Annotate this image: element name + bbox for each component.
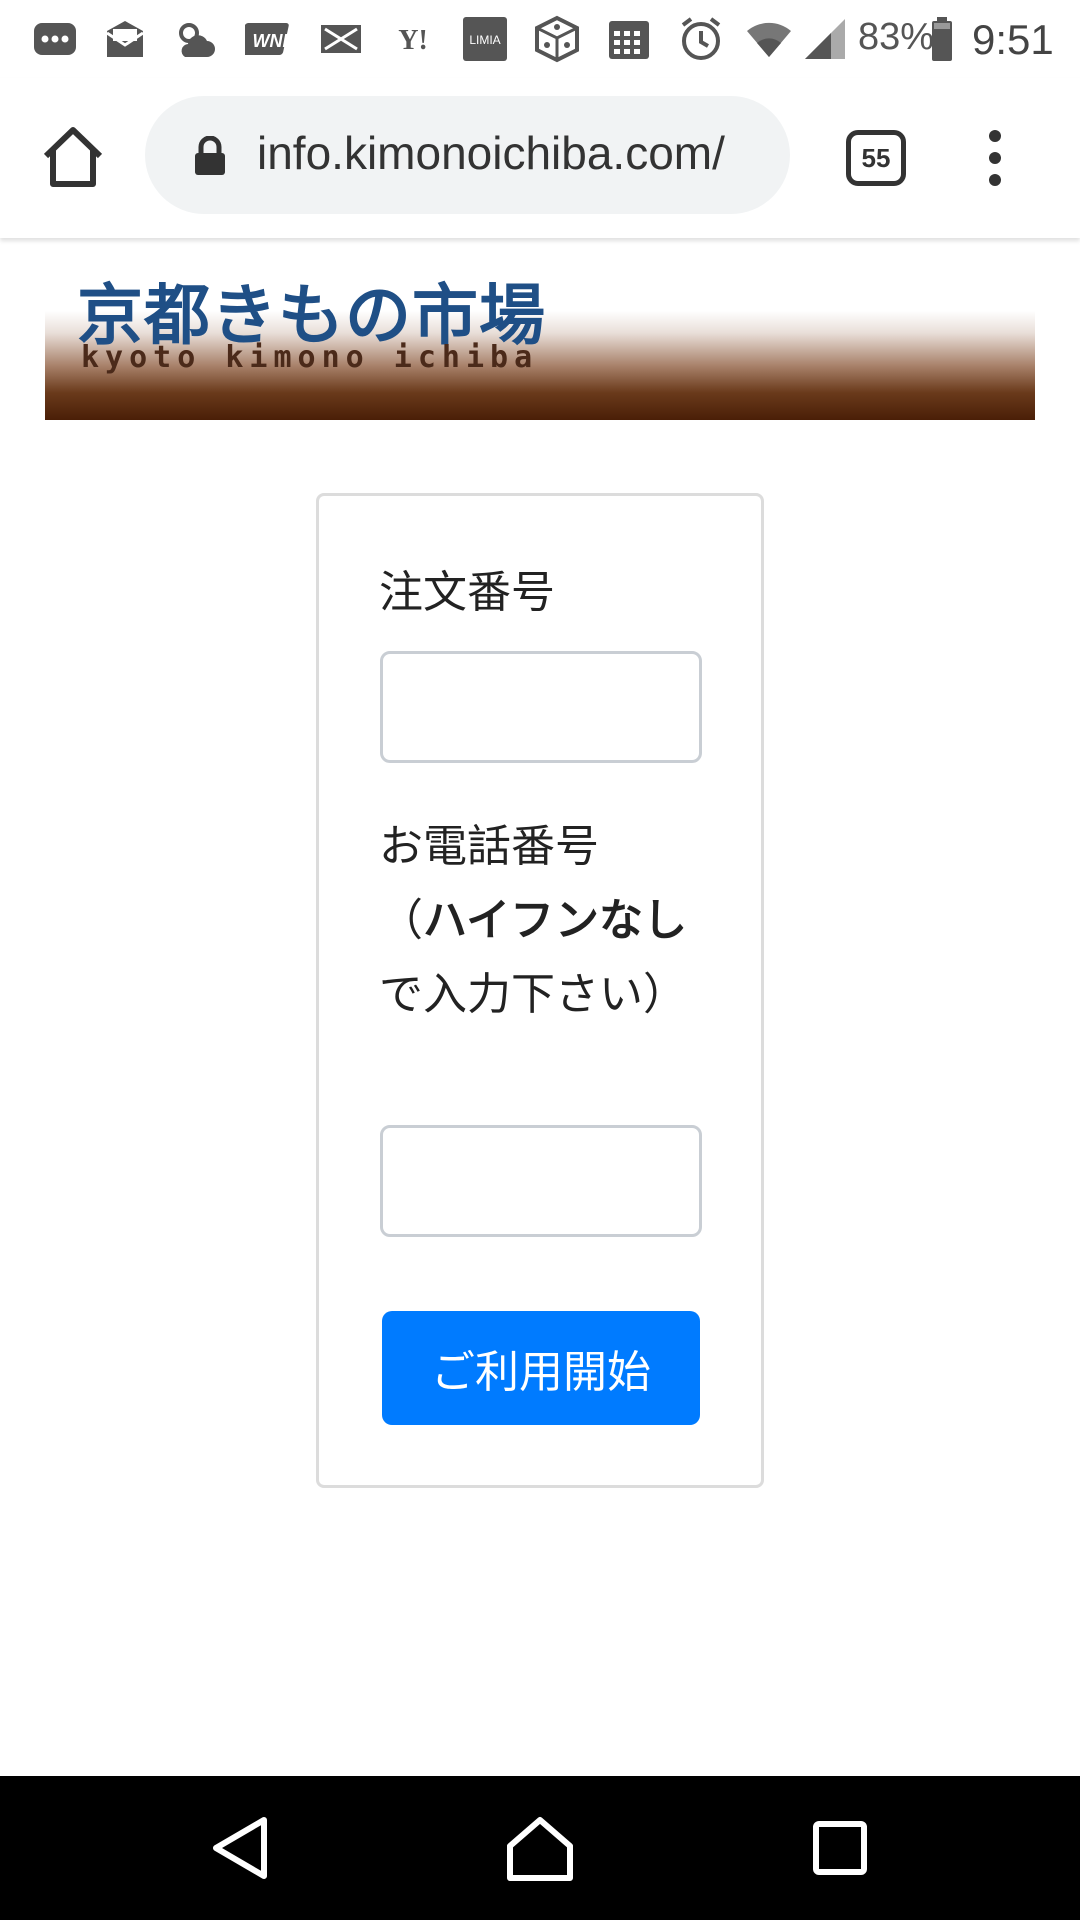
phone-label-tail: で入力下さい） xyxy=(379,969,687,1020)
svg-text:Y!: Y! xyxy=(398,25,428,56)
login-form: 注文番号 お電話番号 （ハイフンなしで入力下さい） ご利用開始 xyxy=(316,493,764,1488)
order-number-input[interactable] xyxy=(380,651,702,763)
chat-icon xyxy=(30,14,80,64)
menu-dot-icon xyxy=(989,152,1001,164)
site-banner[interactable]: 京都きもの市場 kyoto kimono ichiba xyxy=(45,238,1035,420)
alarm-icon xyxy=(676,14,726,64)
tab-switcher-button[interactable]: 55 xyxy=(846,130,906,186)
back-button[interactable] xyxy=(202,1808,282,1888)
weather-icon xyxy=(170,14,220,64)
more-menu-button[interactable] xyxy=(980,130,1010,186)
recents-button[interactable] xyxy=(800,1808,880,1888)
clock: 9:51 xyxy=(972,16,1054,63)
status-bar: WNI Y! LIMIA 83% 9:51 xyxy=(0,0,1080,78)
lock-icon xyxy=(193,135,227,176)
mail-x-icon xyxy=(316,14,366,64)
address-bar[interactable]: info.kimonoichiba.com/ xyxy=(145,96,790,214)
battery-percent: 83% xyxy=(858,16,935,58)
yahoo-icon: Y! xyxy=(388,14,438,64)
start-button[interactable]: ご利用開始 xyxy=(382,1311,700,1425)
url-text: info.kimonoichiba.com/ xyxy=(257,127,725,179)
wifi-icon xyxy=(744,14,794,64)
phone-label-lead: お電話番号 xyxy=(379,821,599,872)
browser-toolbar: info.kimonoichiba.com/ 55 xyxy=(0,78,1080,238)
menu-dot-icon xyxy=(989,174,1001,186)
phone-number-input[interactable] xyxy=(380,1125,702,1237)
menu-dot-icon xyxy=(989,130,1001,142)
phone-number-label: お電話番号 （ハイフンなしで入力下さい） xyxy=(379,810,699,1032)
dice-icon xyxy=(532,14,582,64)
mail-icon xyxy=(100,14,150,64)
home-icon xyxy=(43,127,103,187)
battery-icon xyxy=(924,14,960,64)
back-icon xyxy=(213,1817,267,1879)
recents-icon xyxy=(813,1821,867,1875)
wni-icon: WNI xyxy=(244,14,294,64)
site-logo-subtitle: kyoto kimono ichiba xyxy=(81,340,539,375)
home-button[interactable] xyxy=(40,124,106,190)
limia-icon: LIMIA xyxy=(460,14,510,64)
svg-text:LIMIA: LIMIA xyxy=(469,33,500,47)
signal-icon xyxy=(800,14,850,64)
phone-label-paren: （ xyxy=(379,895,423,946)
nav-home-button[interactable] xyxy=(500,1808,580,1888)
phone-label-emphasis: ハイフンなし xyxy=(423,895,687,946)
calendar-icon xyxy=(604,14,654,64)
svg-text:WNI: WNI xyxy=(253,31,289,51)
nav-home-icon xyxy=(507,1817,573,1881)
order-number-label: 注文番号 xyxy=(379,567,555,618)
system-nav-bar xyxy=(0,1776,1080,1920)
